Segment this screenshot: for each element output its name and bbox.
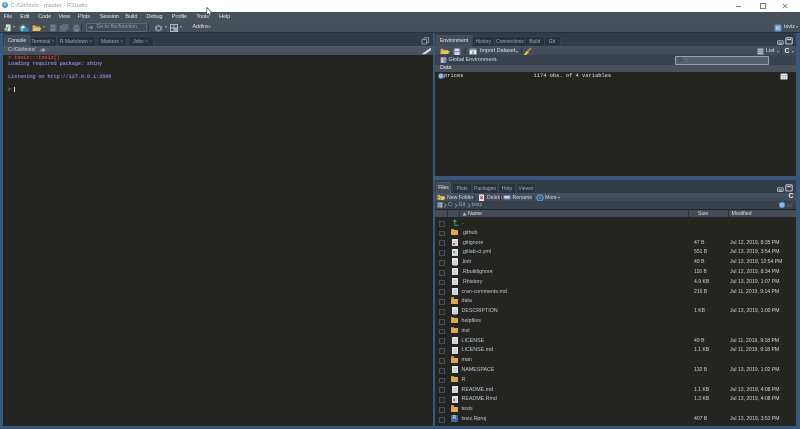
svg-text:R: R <box>776 26 780 32</box>
